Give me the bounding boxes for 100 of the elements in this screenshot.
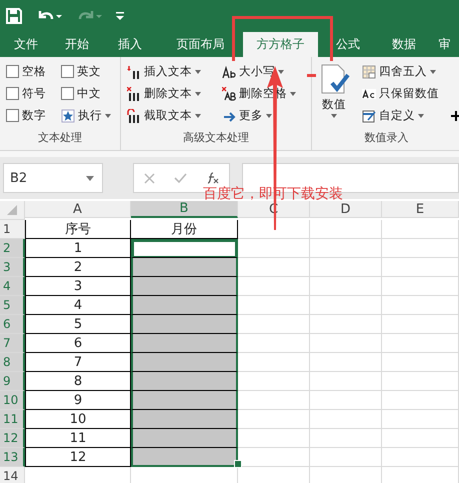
function-icon[interactable]: [206, 172, 220, 184]
table-cell[interactable]: [310, 410, 382, 429]
caret-icon: [195, 70, 201, 74]
row-header[interactable]: 10: [0, 391, 25, 410]
selected-cell[interactable]: [131, 239, 238, 258]
table-cell[interactable]: [310, 448, 382, 467]
table-cell[interactable]: [310, 334, 382, 353]
row-header[interactable]: 7: [0, 334, 25, 353]
selected-cell[interactable]: [131, 334, 238, 353]
checkbox[interactable]: [61, 65, 74, 78]
row-header[interactable]: 2: [0, 239, 25, 258]
selected-cell[interactable]: [131, 429, 238, 448]
caret-icon: [418, 114, 424, 118]
row-header[interactable]: 5: [0, 296, 25, 315]
save-icon[interactable]: [6, 8, 22, 24]
plus-icon[interactable]: [451, 110, 459, 120]
table-cell[interactable]: [382, 410, 459, 429]
checkbox[interactable]: [6, 87, 19, 100]
table-cell[interactable]: [382, 429, 459, 448]
table-cell[interactable]: [238, 429, 310, 448]
selected-cell[interactable]: [131, 258, 238, 277]
ribbon-tab[interactable]: 数据: [378, 32, 430, 57]
check-icon[interactable]: [174, 173, 186, 183]
table-cell[interactable]: [382, 239, 459, 258]
ribbon-tab[interactable]: 审: [430, 32, 459, 57]
ribbon-tab[interactable]: 文件: [0, 32, 52, 57]
table-cell[interactable]: [238, 353, 310, 372]
selected-cell[interactable]: [131, 391, 238, 410]
table-cell[interactable]: [238, 277, 310, 296]
cancel-icon[interactable]: [144, 172, 154, 184]
table-cell[interactable]: [310, 315, 382, 334]
row-header[interactable]: 9: [0, 372, 25, 391]
row-header[interactable]: 1: [0, 220, 25, 239]
group-label: 高级文本处理: [182, 130, 250, 146]
table-cell[interactable]: [382, 220, 459, 239]
table-cell[interactable]: [310, 220, 382, 239]
selected-cell[interactable]: [131, 315, 238, 334]
selected-cell[interactable]: [131, 410, 238, 429]
table-cell[interactable]: [382, 391, 459, 410]
table-cell[interactable]: [238, 258, 310, 277]
checkbox[interactable]: [61, 87, 74, 100]
delete-space-icon: [222, 86, 236, 100]
table-cell[interactable]: [382, 277, 459, 296]
table-cell[interactable]: [238, 296, 310, 315]
table-cell[interactable]: [310, 296, 382, 315]
table-cell[interactable]: [238, 239, 310, 258]
row-header[interactable]: 4: [0, 277, 25, 296]
table-cell[interactable]: [238, 410, 310, 429]
table-cell[interactable]: [382, 334, 459, 353]
table-cell[interactable]: [238, 372, 310, 391]
row-header[interactable]: 14: [0, 467, 25, 483]
ribbon-tab[interactable]: 开始: [52, 32, 102, 57]
caret-icon: [86, 176, 94, 180]
row-header[interactable]: 13: [0, 448, 25, 467]
ribbon-tab[interactable]: 插入: [102, 32, 158, 57]
row-header[interactable]: 11: [0, 410, 25, 429]
column-header[interactable]: B: [131, 201, 238, 218]
table-cell[interactable]: [382, 372, 459, 391]
table-cell[interactable]: [382, 353, 459, 372]
letter-case-icon: [222, 64, 236, 78]
select-all-button[interactable]: [0, 201, 25, 220]
table-cell[interactable]: [382, 296, 459, 315]
table-cell[interactable]: [310, 258, 382, 277]
table-cell[interactable]: [310, 353, 382, 372]
table-cell[interactable]: [310, 277, 382, 296]
table-cell[interactable]: [310, 429, 382, 448]
table-cell[interactable]: [382, 315, 459, 334]
table-cell[interactable]: [382, 448, 459, 467]
delete-text-icon: [127, 86, 141, 100]
customize-menu-icon[interactable]: [116, 11, 124, 21]
table-cell[interactable]: [310, 239, 382, 258]
row-header[interactable]: 3: [0, 258, 25, 277]
column-header[interactable]: E: [382, 201, 459, 218]
table-cell[interactable]: [238, 391, 310, 410]
row-header[interactable]: 6: [0, 315, 25, 334]
caret-icon: [278, 70, 284, 74]
ribbon-tab[interactable]: 页面布局: [158, 32, 243, 57]
column-header[interactable]: D: [310, 201, 382, 218]
table-cell[interactable]: [382, 258, 459, 277]
ribbon-tab[interactable]: 方方格子: [243, 32, 318, 57]
table-cell[interactable]: 序号: [25, 220, 131, 239]
row-header[interactable]: 8: [0, 353, 25, 372]
selected-cell[interactable]: [131, 277, 238, 296]
name-box[interactable]: B2: [3, 163, 103, 193]
ribbon-tab[interactable]: 公式: [318, 32, 378, 57]
row-header[interactable]: 12: [0, 429, 25, 448]
table-cell[interactable]: [310, 391, 382, 410]
checkbox[interactable]: [6, 109, 19, 122]
column-header[interactable]: A: [25, 201, 131, 218]
selected-cell[interactable]: [131, 448, 238, 467]
grid-icon: [362, 64, 376, 78]
selected-cell[interactable]: [131, 372, 238, 391]
table-cell[interactable]: [238, 315, 310, 334]
fill-handle[interactable]: [234, 460, 242, 468]
table-cell[interactable]: [238, 334, 310, 353]
selected-cell[interactable]: [131, 296, 238, 315]
checkbox[interactable]: [6, 65, 19, 78]
table-cell[interactable]: [310, 372, 382, 391]
caret-icon: [331, 114, 337, 118]
selected-cell[interactable]: [131, 353, 238, 372]
